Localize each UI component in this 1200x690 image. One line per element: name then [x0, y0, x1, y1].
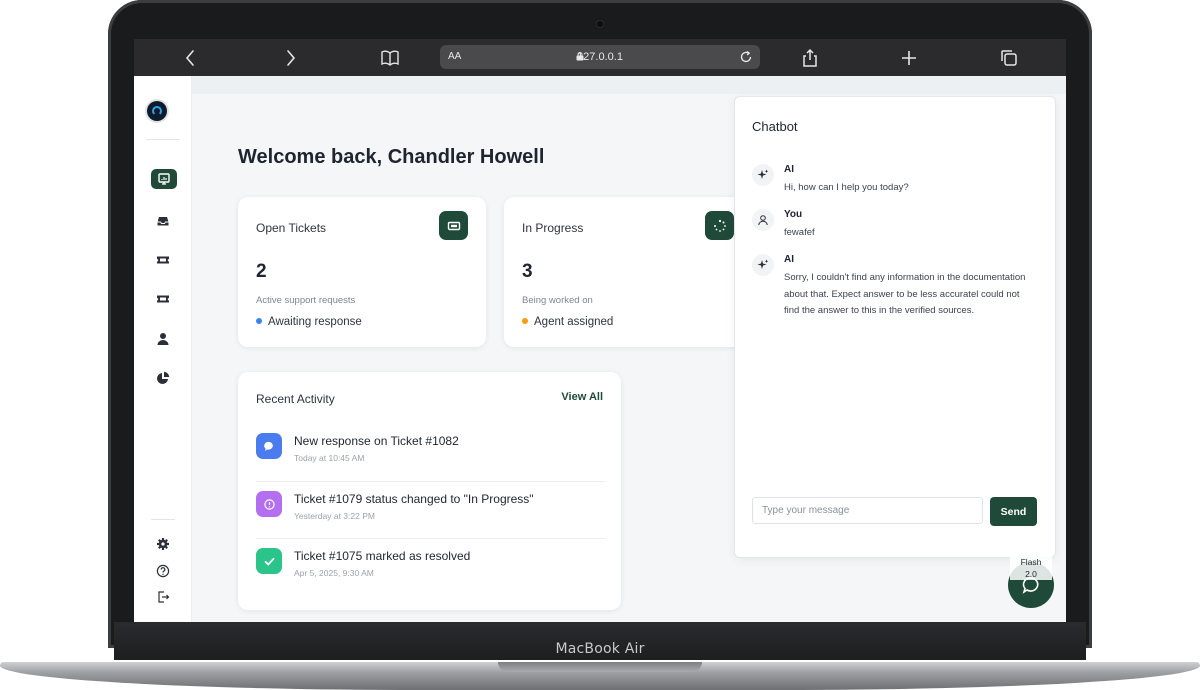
chat-text: Hi, how can I help you today?	[784, 182, 909, 193]
sparkle-icon	[752, 254, 774, 276]
url-text: 127.0.0.1	[577, 51, 623, 63]
sidebar-item-dashboard[interactable]	[151, 169, 177, 189]
activity-text: Ticket #1079 status changed to "In Progr…	[294, 492, 534, 506]
stat-title: Open Tickets	[256, 221, 327, 235]
activity-text: Ticket #1075 marked as resolved	[294, 549, 471, 563]
view-all-link[interactable]: View All	[561, 391, 603, 403]
sidebar-divider	[146, 139, 180, 140]
stat-status: Awaiting response	[256, 316, 362, 328]
forward-icon[interactable]	[279, 47, 301, 69]
tabs-icon[interactable]	[998, 47, 1020, 69]
activity-item[interactable]: Ticket #1079 status changed to "In Progr…	[256, 491, 606, 548]
status-dot	[256, 318, 262, 324]
chat-message-input[interactable]	[752, 497, 983, 524]
reload-icon[interactable]	[738, 49, 754, 65]
activity-title: Recent Activity	[256, 392, 335, 406]
check-icon	[256, 548, 282, 574]
share-icon[interactable]	[799, 47, 821, 69]
in-progress-card[interactable]: In Progress 3 Being worked on Agent assi…	[504, 197, 752, 347]
screen: AA 127.0.0.1 Welcome back, Chandler Howe…	[134, 39, 1066, 622]
laptop-notch	[498, 662, 702, 672]
logo[interactable]	[147, 101, 167, 121]
chat-sender: AI	[784, 164, 794, 175]
activity-divider	[256, 538, 605, 539]
dashboard-icon	[158, 173, 170, 185]
chat-sender: You	[784, 209, 803, 220]
activity-time: Apr 5, 2025, 9:30 AM	[294, 568, 374, 578]
activity-text: New response on Ticket #1082	[294, 434, 459, 448]
flash-version-label: Flash 2.0	[1010, 556, 1052, 580]
chat-text: Sorry, I couldn't find any information i…	[784, 272, 1026, 316]
stat-subtitle: Active support requests	[256, 295, 356, 306]
back-icon[interactable]	[180, 47, 202, 69]
recent-activity-card: Recent Activity View All New response on…	[238, 372, 621, 610]
logout-icon	[158, 591, 170, 603]
sidebar-item-profile[interactable]	[148, 328, 178, 350]
stat-status: Agent assigned	[522, 316, 613, 328]
sidebar-item-logout[interactable]	[148, 586, 178, 608]
browser-toolbar: AA 127.0.0.1	[134, 39, 1066, 76]
chatbot-title: Chatbot	[752, 119, 798, 134]
status-dot	[522, 318, 528, 324]
stat-status-text: Agent assigned	[534, 316, 614, 328]
top-strip	[192, 76, 1066, 94]
chat-text: fewafef	[784, 227, 815, 238]
ticket-alt-icon	[157, 295, 169, 303]
activity-divider	[256, 481, 605, 482]
new-tab-icon[interactable]	[898, 47, 920, 69]
settings-icon	[157, 538, 169, 550]
stat-subtitle: Being worked on	[522, 295, 593, 306]
activity-time: Yesterday at 3:22 PM	[294, 511, 375, 521]
inbox-icon	[157, 217, 169, 226]
flash-version: 2.0	[1025, 569, 1037, 579]
stat-value: 3	[522, 261, 533, 282]
chat-bubble-icon	[256, 433, 282, 459]
sidebar-item-tickets[interactable]	[148, 249, 178, 271]
app: Welcome back, Chandler Howell Open Ticke…	[134, 76, 1066, 622]
open-tickets-card[interactable]: Open Tickets 2 Active support requests A…	[238, 197, 486, 347]
sidebar-bottom-divider	[151, 519, 175, 520]
send-button[interactable]: Send	[990, 497, 1037, 526]
sidebar-item-help[interactable]	[148, 560, 178, 582]
stat-value: 2	[256, 261, 267, 282]
ticket-icon	[157, 256, 169, 264]
loader-icon	[705, 211, 734, 240]
camera	[597, 21, 603, 27]
activity-item[interactable]: Ticket #1075 marked as resolved Apr 5, 2…	[256, 548, 606, 605]
bookmarks-icon[interactable]	[379, 47, 401, 69]
sparkle-icon	[752, 164, 774, 186]
sidebar	[134, 76, 192, 622]
sidebar-item-tickets-alt[interactable]	[148, 288, 178, 310]
stat-status-text: Awaiting response	[268, 316, 362, 328]
clock-icon	[256, 491, 282, 517]
ticket-icon	[439, 211, 468, 240]
flash-label: Flash	[1020, 557, 1042, 567]
user-icon	[157, 333, 169, 345]
sidebar-item-inbox[interactable]	[148, 210, 178, 232]
chat-sender: AI	[784, 254, 794, 265]
sidebar-item-settings[interactable]	[148, 533, 178, 555]
sidebar-item-reports[interactable]	[148, 367, 178, 389]
stat-title: In Progress	[522, 221, 584, 235]
activity-time: Today at 10:45 AM	[294, 453, 365, 463]
device-brand-label: MacBook Air	[555, 641, 645, 657]
page-title: Welcome back, Chandler Howell	[238, 146, 545, 168]
address-bar[interactable]: AA 127.0.0.1	[440, 45, 760, 69]
user-icon	[752, 209, 774, 231]
chatbot-panel: Chatbot AI Hi, how can I help you today?…	[734, 96, 1056, 558]
help-icon	[156, 564, 170, 578]
pie-chart-icon	[157, 371, 170, 384]
